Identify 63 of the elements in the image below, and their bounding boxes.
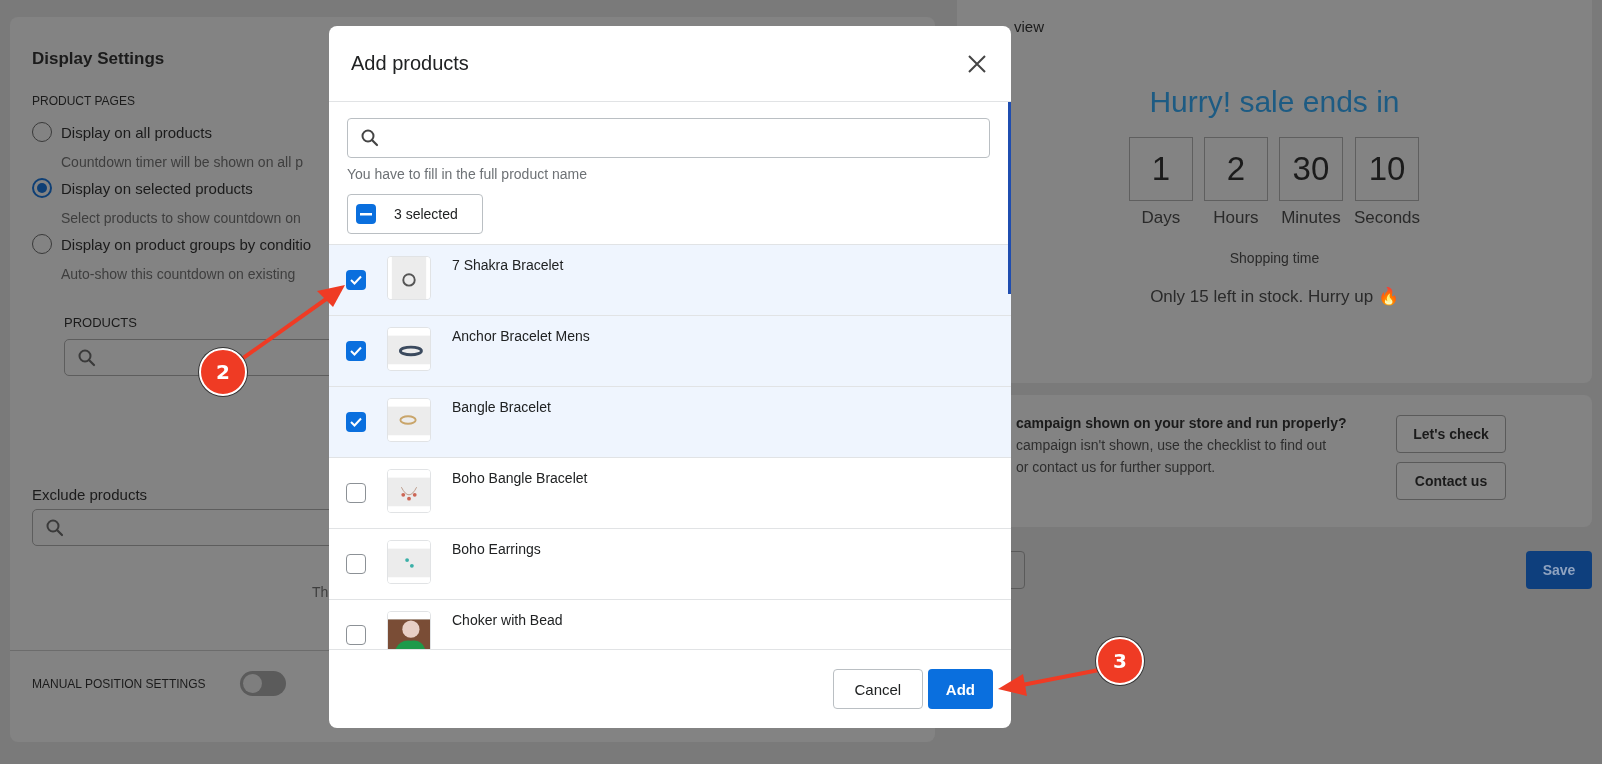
product-name: Boho Earrings [452,541,541,557]
field-label: Exclude products [32,486,148,503]
toggle-switch[interactable] [239,671,286,696]
checkbox[interactable] [346,483,366,503]
help-text: You have to fill in the full product name [347,166,588,182]
timer-unit: Days [1141,208,1181,228]
help-question: campaign shown on your store and run properly? [1016,415,1347,431]
option-label: Display on selected products [61,180,253,199]
product-name: Choker with Bead [452,612,563,628]
product-name: Bangle Bracelet [452,399,551,415]
timer-unit: Seconds [1353,208,1421,228]
checkmark-icon [350,275,362,285]
option-description: Select products to show countdown on [61,209,301,228]
search-field[interactable] [347,118,990,158]
help-button[interactable]: Contact us [1396,462,1506,500]
product-row[interactable]: 7 Shakra Bracelet [329,245,1011,316]
timer-caption: Shopping time [1229,250,1320,266]
product-name: 7 Shakra Bracelet [452,257,564,273]
timer-digit: 2 [1203,137,1268,201]
timer-digit: 10 [1355,137,1419,201]
checkbox[interactable] [346,625,366,645]
stock-text: Only 15 left in stock. Hurry up 🔥 [1150,286,1399,307]
timer-digit: 30 [1278,137,1343,201]
save-button[interactable]: Save [1526,551,1592,589]
option-label: Display on product groups by conditio [61,236,312,255]
checkbox[interactable] [346,341,366,361]
radio-button[interactable] [32,178,52,198]
checkbox[interactable] [346,554,366,574]
add-button[interactable]: Add [927,669,993,709]
help-button[interactable]: Let's check [1396,415,1506,453]
search-icon [45,517,65,538]
bulk-select-button[interactable]: 3 selected [347,194,483,234]
card-title: Display Settings [32,49,165,69]
help-text: campaign isn't shown, use the checklist to find out [1016,437,1327,453]
product-name: Boho Bangle Bracelet [452,470,588,486]
product-name: Anchor Bracelet Mens [452,328,590,344]
checkbox[interactable] [356,204,376,224]
option-description: Countdown timer will be shown on all p [61,153,303,172]
timer-headline: Hurry! sale ends in [1149,85,1400,119]
search-icon [77,347,97,368]
card-title: view [1014,18,1044,35]
step-marker: 3 [1096,637,1144,685]
timer-digit: 1 [1128,137,1193,201]
field-label: PRODUCTS [64,315,137,330]
scrollbar[interactable] [1008,102,1011,294]
cancel-button[interactable]: Cancel [832,669,923,709]
checkbox[interactable] [346,412,366,432]
timer-unit: Hours [1213,208,1259,228]
cut-text: Th [312,584,329,600]
minus-icon [360,212,372,216]
checkmark-icon [350,346,362,356]
dialog-title: Add products [351,52,469,75]
product-row[interactable]: Bangle Bracelet [329,387,1011,458]
checkbox[interactable] [346,270,366,290]
option-label: Display on all products [61,124,212,143]
checkmark-icon [350,417,362,427]
setting-label: MANUAL POSITION SETTINGS [32,676,206,691]
section-label: PRODUCT PAGES [32,94,135,108]
search-icon [360,128,380,148]
help-text: or contact us for further support. [1016,459,1216,475]
timer-unit: Minutes [1281,208,1341,228]
product-row[interactable]: Anchor Bracelet Mens [329,316,1011,387]
option-description: Auto-show this countdown on existing [61,265,296,284]
